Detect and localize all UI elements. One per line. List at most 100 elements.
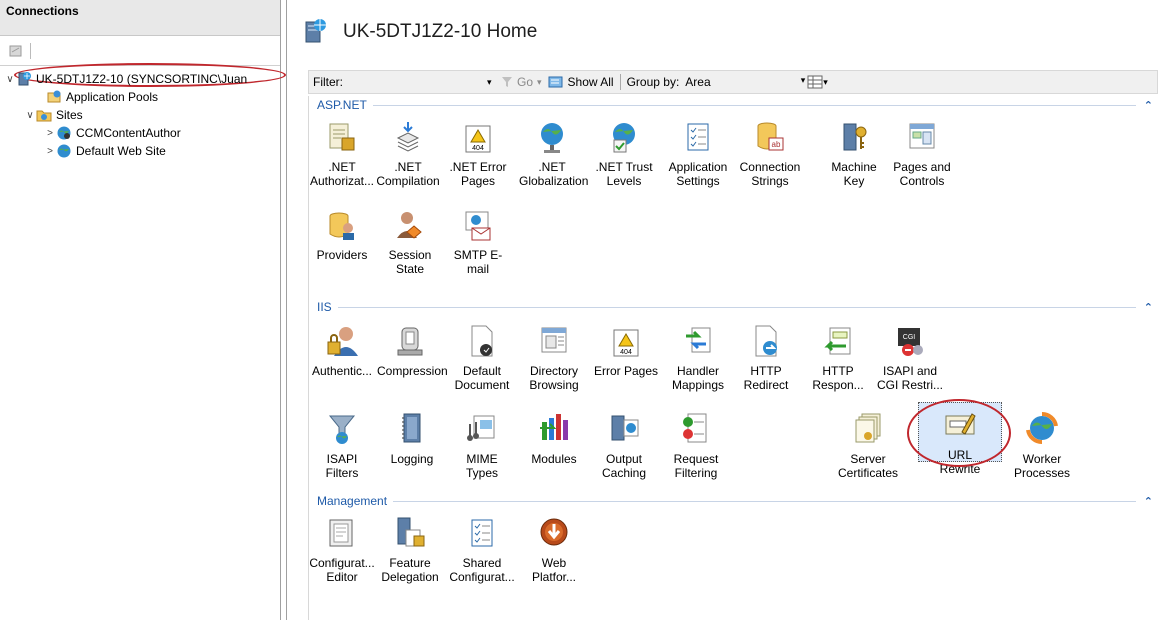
authorization-icon	[329, 123, 355, 151]
feature-handler-mappings[interactable]: Handler Mappings	[665, 324, 731, 392]
feature-session-state[interactable]: Session State	[377, 208, 443, 276]
filter-input[interactable]	[357, 73, 487, 91]
feature-label-line2: Redirect	[743, 378, 789, 392]
feature-worker-processes[interactable]: Worker Processes	[1009, 412, 1075, 480]
shared-config-icon	[471, 519, 493, 547]
collapse-icon[interactable]: ∨	[4, 74, 16, 85]
feature-label: Pages and	[893, 160, 951, 174]
output-caching-icon	[611, 415, 639, 441]
feature-http-redirect[interactable]: HTTP Redirect	[733, 324, 799, 392]
feature-net-compilation[interactable]: .NET Compilation	[375, 120, 441, 188]
server-icon	[301, 17, 329, 48]
collapse-group-icon[interactable]: ⌃	[1144, 99, 1153, 112]
feature-label: Request	[673, 452, 719, 466]
feature-web-platform-installer[interactable]: Web Platfor...	[521, 516, 587, 584]
feature-label: Handler	[676, 364, 720, 378]
feature-label: Application	[668, 160, 728, 174]
feature-shared-configuration[interactable]: Shared Configurat...	[449, 516, 515, 584]
feature-machine-key[interactable]: Machine Key	[821, 120, 887, 188]
tree-item-server[interactable]: ∨ UK-5DTJ1Z2-10 (SYNCSORTINC\Juan	[0, 70, 280, 88]
feature-modules[interactable]: Modules	[521, 412, 587, 466]
session-state-icon	[397, 212, 422, 239]
feature-default-document[interactable]: Default Document	[449, 324, 515, 392]
feature-label-line2: Authorizat...	[309, 174, 375, 188]
feature-label-line2: Filtering	[674, 466, 718, 480]
group-by-select[interactable]: Area ▾	[685, 75, 805, 89]
feature-net-authorization[interactable]: .NET Authorizat...	[309, 120, 375, 188]
feature-label: MIME Types	[465, 452, 498, 480]
show-all-icon	[548, 76, 563, 88]
group-header-management: Management ⌃	[317, 494, 1153, 508]
feature-label-line2: Globalization	[519, 174, 589, 188]
filter-bar: Filter: ▾ Go ▾ Show All Group by: Area ▾…	[308, 70, 1158, 94]
go-dropdown-icon: ▾	[537, 76, 542, 87]
feature-label: Authentic...	[311, 364, 373, 378]
feature-request-filtering[interactable]: Request Filtering	[663, 412, 729, 480]
toolbar-separator	[30, 42, 31, 59]
request-filtering-icon	[683, 413, 707, 443]
feature-smtp-email[interactable]: SMTP E-mail	[445, 208, 511, 276]
cgi-restrictions-icon: CGI	[898, 328, 923, 356]
feature-label: .NET Trust	[595, 160, 653, 174]
feature-label: Worker	[1022, 452, 1062, 466]
feature-net-globalization[interactable]: .NET Globalization	[519, 120, 589, 188]
feature-error-pages[interactable]: 404 Error Pages	[593, 324, 659, 378]
collapse-group-icon[interactable]: ⌃	[1144, 301, 1153, 314]
tree-item-default-web-site[interactable]: > Default Web Site	[0, 142, 280, 160]
feature-output-caching[interactable]: Output Caching	[591, 412, 657, 480]
feature-label-line2: Delegation	[381, 570, 439, 584]
svg-text:CGI: CGI	[903, 334, 916, 341]
feature-pages-and-controls[interactable]: Pages and Controls	[889, 120, 955, 188]
feature-label: Server	[850, 452, 886, 466]
go-button[interactable]: Go ▾	[501, 75, 542, 89]
feature-label: SMTP E-mail	[453, 248, 503, 276]
app-pools-icon	[46, 89, 62, 105]
tree-item-ccmcontentauthor[interactable]: > CCMContentAuthor	[0, 124, 280, 142]
feature-authentication[interactable]: Authentic...	[309, 324, 375, 378]
collapse-group-icon[interactable]: ⌃	[1144, 495, 1153, 508]
feature-label: Default	[462, 364, 502, 378]
feature-configuration-editor[interactable]: Configurat... Editor	[309, 516, 375, 584]
feature-isapi-filters[interactable]: ISAPI Filters	[309, 412, 375, 480]
group-divider	[393, 501, 1136, 502]
web-platform-installer-icon	[540, 518, 568, 546]
smtp-email-icon	[465, 211, 491, 241]
feature-label: .NET Error	[449, 160, 507, 174]
view-grid-icon	[807, 75, 823, 89]
feature-logging[interactable]: Logging	[379, 412, 445, 466]
feature-label: Providers	[316, 248, 368, 262]
configuration-editor-icon	[329, 519, 353, 547]
feature-label: Configurat...	[309, 556, 375, 570]
feature-label: .NET	[394, 160, 422, 174]
tree-item-application-pools[interactable]: Application Pools	[0, 88, 280, 106]
feature-label-line2: Compilation	[376, 174, 440, 188]
feature-providers[interactable]: Providers	[309, 208, 375, 262]
feature-feature-delegation[interactable]: Feature Delegation	[377, 516, 443, 584]
feature-application-settings[interactable]: Application Settings	[665, 120, 731, 188]
feature-isapi-and-cgi-restrictions[interactable]: CGI ISAPI and CGI Restri...	[877, 324, 943, 392]
feature-http-response-headers[interactable]: HTTP Respon...	[805, 324, 871, 392]
feature-label: Shared	[462, 556, 502, 570]
feature-net-error-pages[interactable]: 404 .NET Error Pages	[445, 120, 511, 188]
database-icon: ab	[757, 122, 784, 151]
filter-dropdown-icon[interactable]: ▾	[487, 77, 499, 88]
feature-label: Connection	[739, 160, 801, 174]
tree-item-sites[interactable]: ∨ Sites	[0, 106, 280, 124]
group-divider	[337, 307, 1136, 308]
expand-icon[interactable]: >	[44, 146, 56, 157]
feature-directory-browsing[interactable]: Directory Browsing	[521, 324, 587, 392]
feature-label: Compression	[377, 364, 448, 378]
feature-connection-strings[interactable]: ab Connection Strings	[737, 120, 803, 188]
connect-icon[interactable]	[8, 43, 24, 59]
show-all-button[interactable]: Show All	[548, 75, 614, 89]
feature-mime-types[interactable]: MIME Types	[449, 412, 515, 480]
logging-notebook-icon	[402, 413, 421, 443]
feature-label: Output	[605, 452, 643, 466]
feature-server-certificates[interactable]: Server Certificates	[835, 412, 901, 480]
feature-net-trust-levels[interactable]: .NET Trust Levels	[591, 120, 657, 188]
group-label: IIS	[317, 300, 332, 314]
collapse-icon[interactable]: ∨	[24, 110, 36, 121]
expand-icon[interactable]: >	[44, 128, 56, 139]
view-options-button[interactable]: ▾	[807, 75, 828, 89]
feature-compression[interactable]: Compression	[377, 324, 448, 378]
